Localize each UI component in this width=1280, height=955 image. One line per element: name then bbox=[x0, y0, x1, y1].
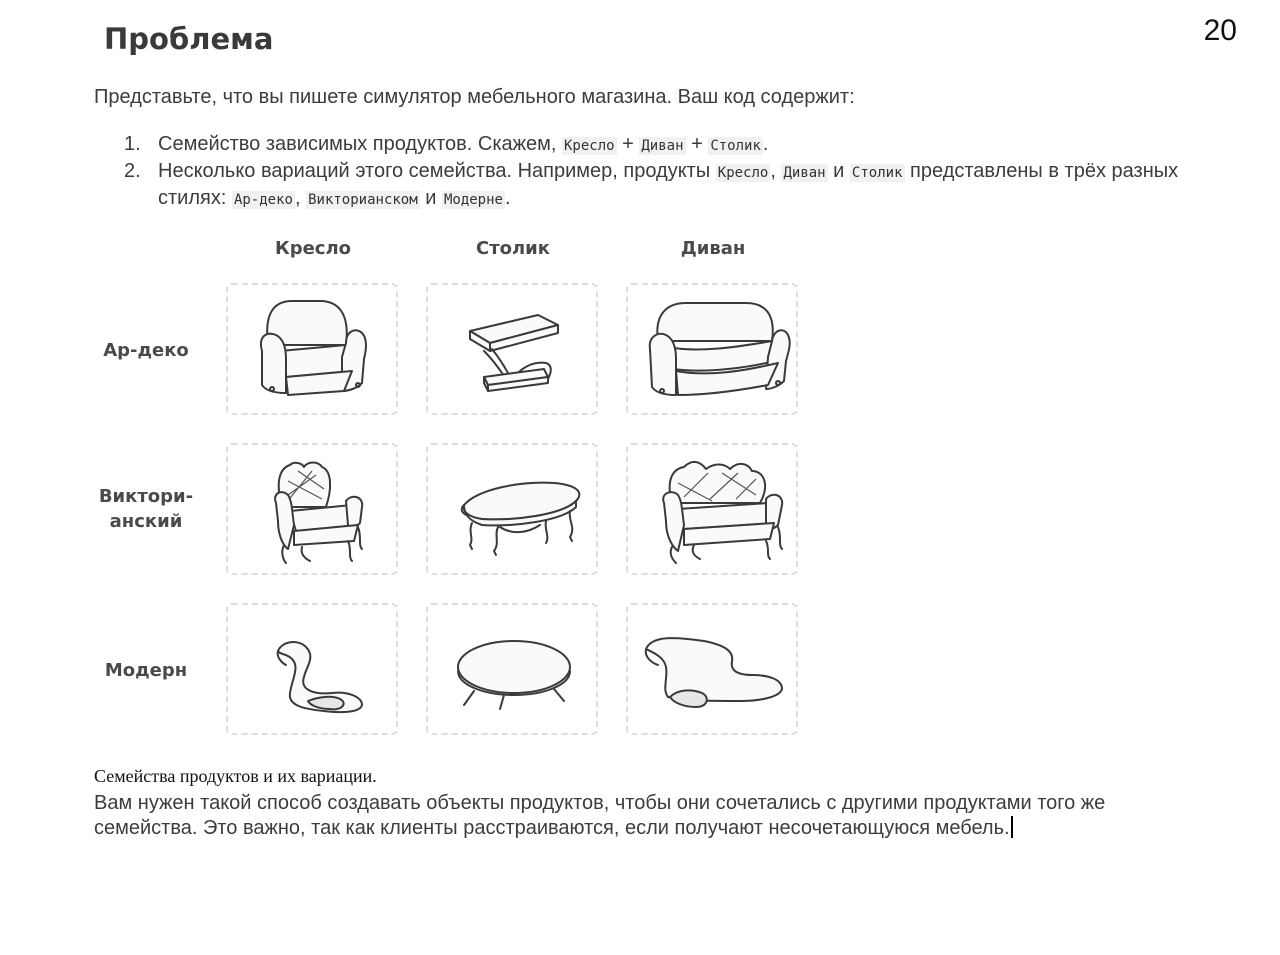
artdeco-sofa-icon bbox=[648, 302, 791, 396]
victorian-armchair-icon bbox=[274, 461, 364, 564]
cell-modern-sofa bbox=[626, 603, 798, 735]
code-term: Кресло bbox=[562, 137, 617, 155]
list-text: + bbox=[685, 133, 709, 155]
code-term: Модерне bbox=[441, 191, 505, 209]
row-header-modern: Модерн bbox=[104, 660, 188, 681]
list-text: и bbox=[419, 187, 442, 209]
list-text: . bbox=[504, 187, 511, 209]
code-term: Диван bbox=[639, 137, 686, 155]
cell-victorian-sofa bbox=[626, 443, 798, 575]
list-text: + bbox=[616, 133, 640, 155]
list-text: , bbox=[294, 187, 307, 209]
column-header-armchair: Кресло bbox=[274, 238, 352, 259]
description-body: Вам нужен такой способ создавать объекты… bbox=[94, 792, 1106, 839]
row-header-line: анский bbox=[109, 511, 183, 532]
code-term: Столик bbox=[708, 137, 763, 155]
victorian-sofa-icon bbox=[662, 461, 784, 564]
artdeco-armchair-icon bbox=[260, 300, 367, 396]
code-term: Кресло bbox=[715, 164, 771, 182]
code-term: Ар-деко bbox=[231, 191, 295, 209]
code-term: Диван bbox=[781, 164, 828, 182]
code-term: Викторианском bbox=[306, 191, 420, 209]
list-text: , bbox=[770, 160, 782, 182]
cell-artdeco-armchair bbox=[226, 283, 398, 415]
cell-victorian-table bbox=[426, 443, 598, 575]
cell-artdeco-sofa bbox=[626, 283, 798, 415]
modern-armchair-icon bbox=[276, 641, 363, 714]
cell-modern-armchair bbox=[226, 603, 398, 735]
text-cursor bbox=[1010, 816, 1013, 838]
intro-text: Представьте, что вы пишете симулятор меб… bbox=[94, 86, 855, 108]
modern-table-icon bbox=[457, 640, 571, 710]
cell-artdeco-table bbox=[426, 283, 598, 415]
list-item: 1. Семейство зависимых продуктов. Скажем,… bbox=[124, 132, 1204, 159]
page-number: 20 bbox=[1203, 14, 1237, 47]
row-header-victorian: Виктори- анский bbox=[88, 484, 204, 534]
list-number: 2. bbox=[124, 160, 141, 182]
row-header-art-deco: Ар-деко bbox=[103, 340, 189, 361]
list-text: и bbox=[827, 160, 850, 182]
code-term: Столик bbox=[849, 164, 905, 182]
list-text: . bbox=[762, 133, 769, 155]
modern-sofa-icon bbox=[644, 637, 783, 708]
row-header-line: Виктори- bbox=[98, 486, 194, 507]
artdeco-table-icon bbox=[469, 314, 559, 392]
column-header-table: Столик bbox=[475, 238, 551, 259]
list-item: 2. Несколько вариаций этого семейства. На… bbox=[124, 159, 1204, 213]
numbered-list: 1. Семейство зависимых продуктов. Скажем,… bbox=[124, 132, 1204, 213]
figure-caption: Семейства продуктов и их вариации. bbox=[94, 766, 377, 786]
list-text: Несколько вариаций этого семейства. Напр… bbox=[158, 160, 716, 182]
list-text: Семейство зависимых продуктов. Скажем, bbox=[158, 133, 562, 155]
description-text: Вам нужен такой способ создавать объекты… bbox=[94, 791, 1214, 841]
list-number: 1. bbox=[124, 133, 141, 155]
column-header-sofa: Диван bbox=[680, 238, 746, 259]
cell-victorian-armchair bbox=[226, 443, 398, 575]
page-title: Проблема bbox=[104, 22, 274, 56]
victorian-table-icon bbox=[460, 481, 581, 556]
cell-modern-table bbox=[426, 603, 598, 735]
